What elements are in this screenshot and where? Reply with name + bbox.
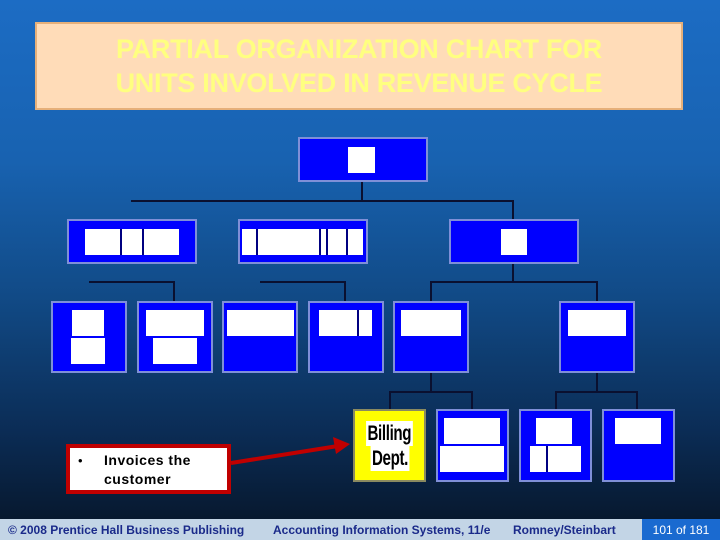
callout-bullet: • [78,453,83,468]
slide-footer: © 2008 Prentice Hall Business Publishing… [0,519,720,540]
callout-text: Invoices the customer [104,451,191,489]
callout-text-line-2: customer [104,471,172,487]
arrow-shaft [230,444,339,465]
callout-text-line-1: Invoices the [104,452,191,468]
footer-page-number: 101 of 181 [642,519,720,540]
callout-box: • Invoices the customer [66,444,231,494]
footer-book-title: Accounting Information Systems, 11/e [273,522,491,537]
footer-copyright: © 2008 Prentice Hall Business Publishing [8,522,245,537]
arrow-head [333,437,350,454]
footer-authors: Romney/Steinbart [513,522,616,537]
